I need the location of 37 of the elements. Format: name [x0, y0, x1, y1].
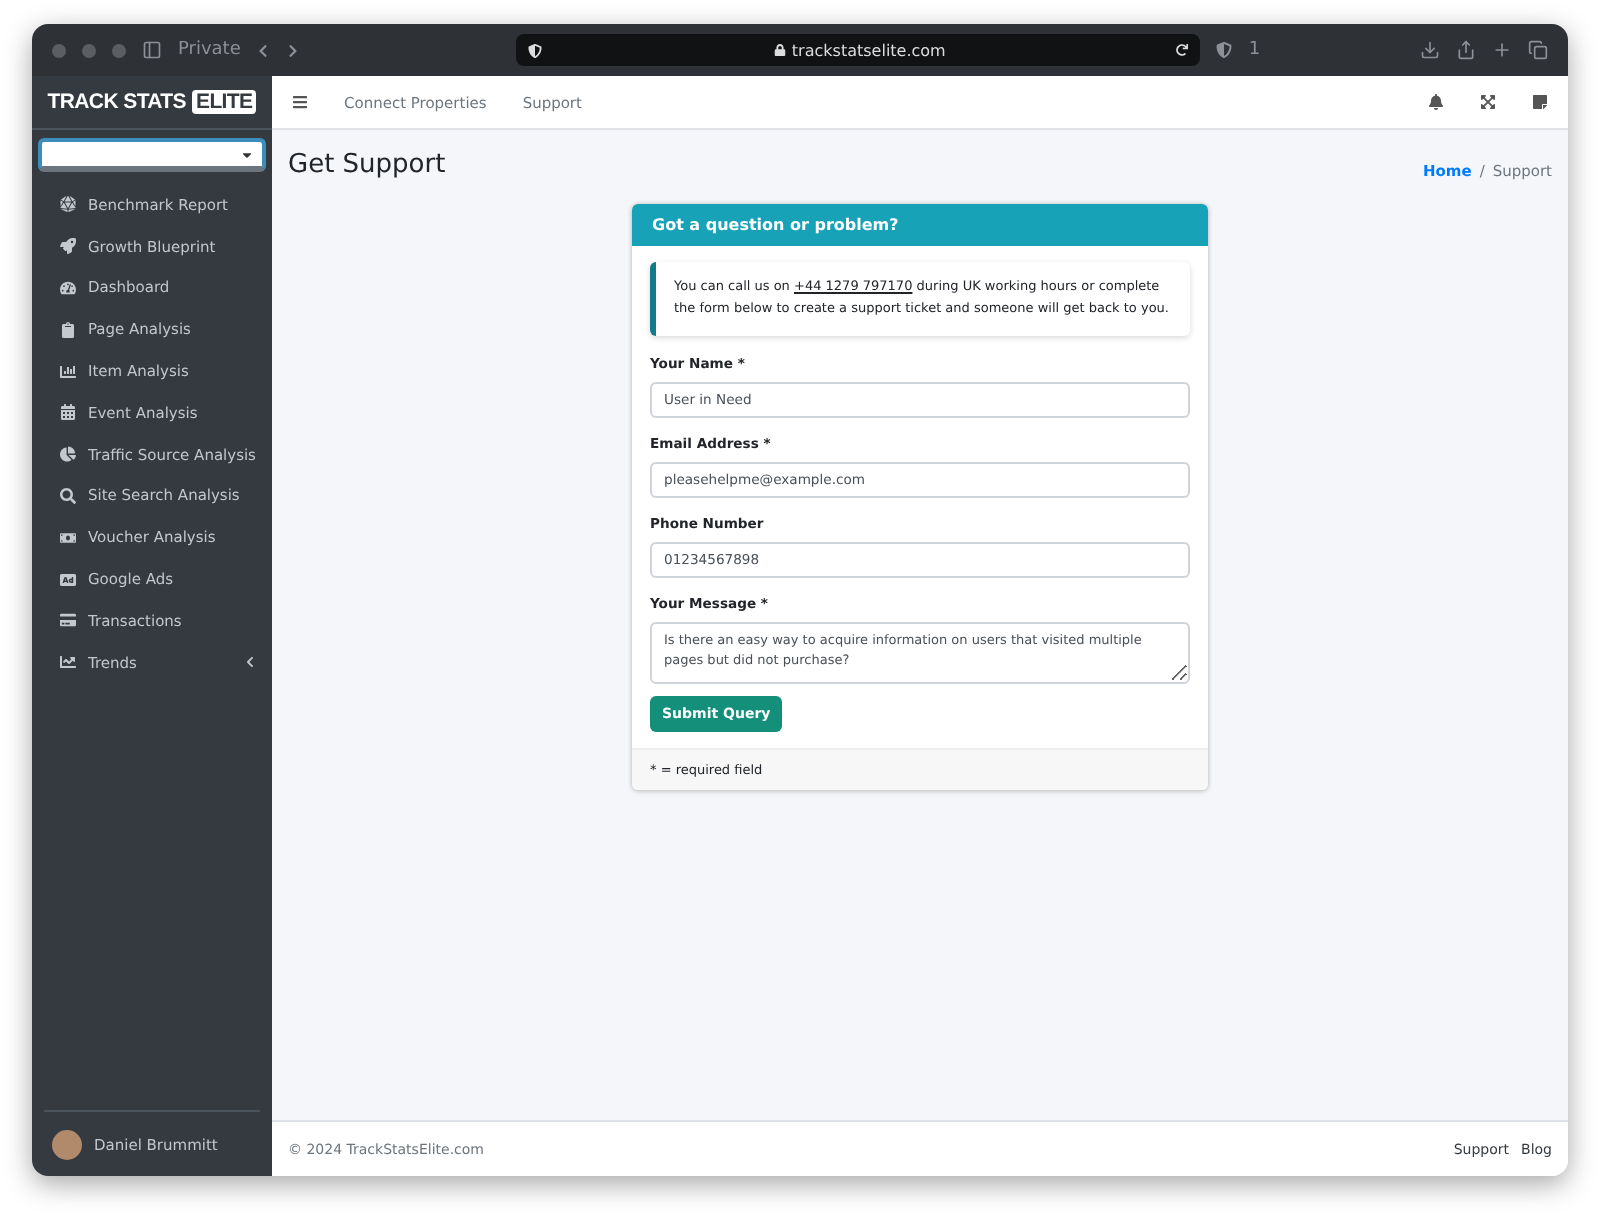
sidebar-icon[interactable] [142, 40, 162, 60]
avatar[interactable] [52, 1129, 82, 1159]
clipboard-icon [60, 321, 76, 338]
bell-icon[interactable] [1428, 94, 1444, 110]
lock-icon [773, 44, 786, 56]
pie-chart-icon [60, 446, 76, 463]
shield-icon [528, 43, 543, 57]
caret-icon [240, 147, 254, 161]
rocket-icon [60, 238, 76, 255]
card-header: Got a question or problem? [632, 204, 1208, 246]
ad-icon [60, 571, 76, 588]
private-label: Private [178, 40, 241, 60]
forward-icon[interactable] [286, 43, 301, 57]
gauge-icon [60, 279, 76, 296]
reload-icon[interactable] [1176, 44, 1189, 56]
banknote-icon [60, 529, 76, 546]
back-icon[interactable] [256, 43, 271, 57]
bar-chart-icon [60, 363, 76, 380]
line-chart-icon [60, 654, 76, 671]
shield-icon[interactable] [1216, 42, 1233, 58]
menu-icon[interactable] [292, 94, 308, 110]
shield-count: 1 [1248, 40, 1261, 60]
address-bar[interactable]: trackstatselite.com [516, 34, 1201, 66]
calendar-icon [60, 404, 76, 421]
property-select[interactable] [38, 138, 266, 172]
download-icon[interactable] [1420, 40, 1440, 60]
note-icon[interactable] [1532, 94, 1548, 110]
share-icon[interactable] [1456, 40, 1476, 60]
page-title: Get Support [288, 150, 446, 180]
logo[interactable]: TRACK STATS ELITE [32, 76, 272, 130]
new-tab-icon[interactable] [1492, 40, 1512, 60]
dice-icon [60, 196, 76, 213]
url-text: trackstatselite.com [791, 41, 946, 59]
search-icon [60, 487, 76, 504]
tabs-icon[interactable] [1528, 40, 1548, 60]
credit-card-icon [60, 612, 76, 629]
fullscreen-icon[interactable] [1480, 94, 1496, 110]
